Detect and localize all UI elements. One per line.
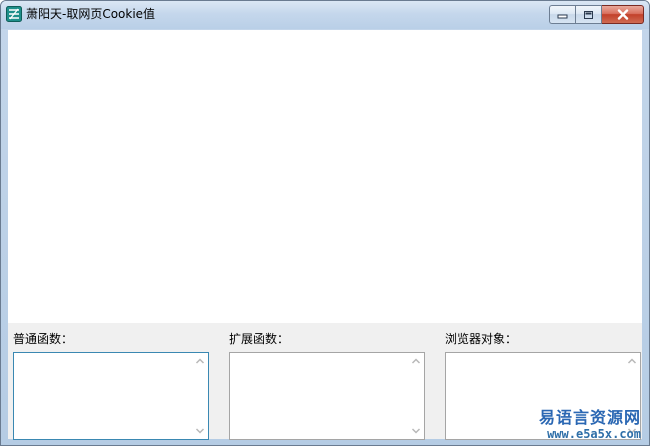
vertical-scrollbar[interactable] xyxy=(624,353,640,439)
browser-objects-list[interactable] xyxy=(445,352,641,440)
maximize-icon xyxy=(584,10,593,19)
close-icon xyxy=(617,9,628,20)
minimize-button[interactable] xyxy=(549,5,575,24)
scroll-down-icon[interactable] xyxy=(195,427,205,435)
scroll-down-icon[interactable] xyxy=(411,427,421,435)
scroll-up-icon[interactable] xyxy=(627,357,637,365)
browser-objects-label: 浏览器对象： xyxy=(445,332,518,346)
window-client-area: 普通函数： 扩展函数： 浏览器对象： xyxy=(8,30,642,440)
scroll-up-icon[interactable] xyxy=(195,357,205,365)
browser-view[interactable] xyxy=(8,30,642,323)
vertical-scrollbar[interactable] xyxy=(408,353,424,439)
app-icon[interactable] xyxy=(6,6,22,22)
scroll-up-icon[interactable] xyxy=(411,357,421,365)
close-button[interactable] xyxy=(602,5,644,24)
normal-functions-list[interactable] xyxy=(13,352,209,440)
app-window: 萧阳天-取网页Cookie值 普通函数： 扩展函数： 浏览器对象： 易语言资源网… xyxy=(0,0,650,446)
scroll-down-icon[interactable] xyxy=(627,427,637,435)
caption-buttons xyxy=(549,5,644,24)
maximize-button[interactable] xyxy=(575,5,602,24)
extended-functions-list[interactable] xyxy=(229,352,425,440)
title-bar[interactable]: 萧阳天-取网页Cookie值 xyxy=(1,1,649,29)
window-title: 萧阳天-取网页Cookie值 xyxy=(26,7,156,21)
normal-functions-label: 普通函数： xyxy=(13,332,74,346)
minimize-icon xyxy=(557,14,568,19)
vertical-scrollbar[interactable] xyxy=(192,353,208,439)
extended-functions-label: 扩展函数： xyxy=(229,332,290,346)
